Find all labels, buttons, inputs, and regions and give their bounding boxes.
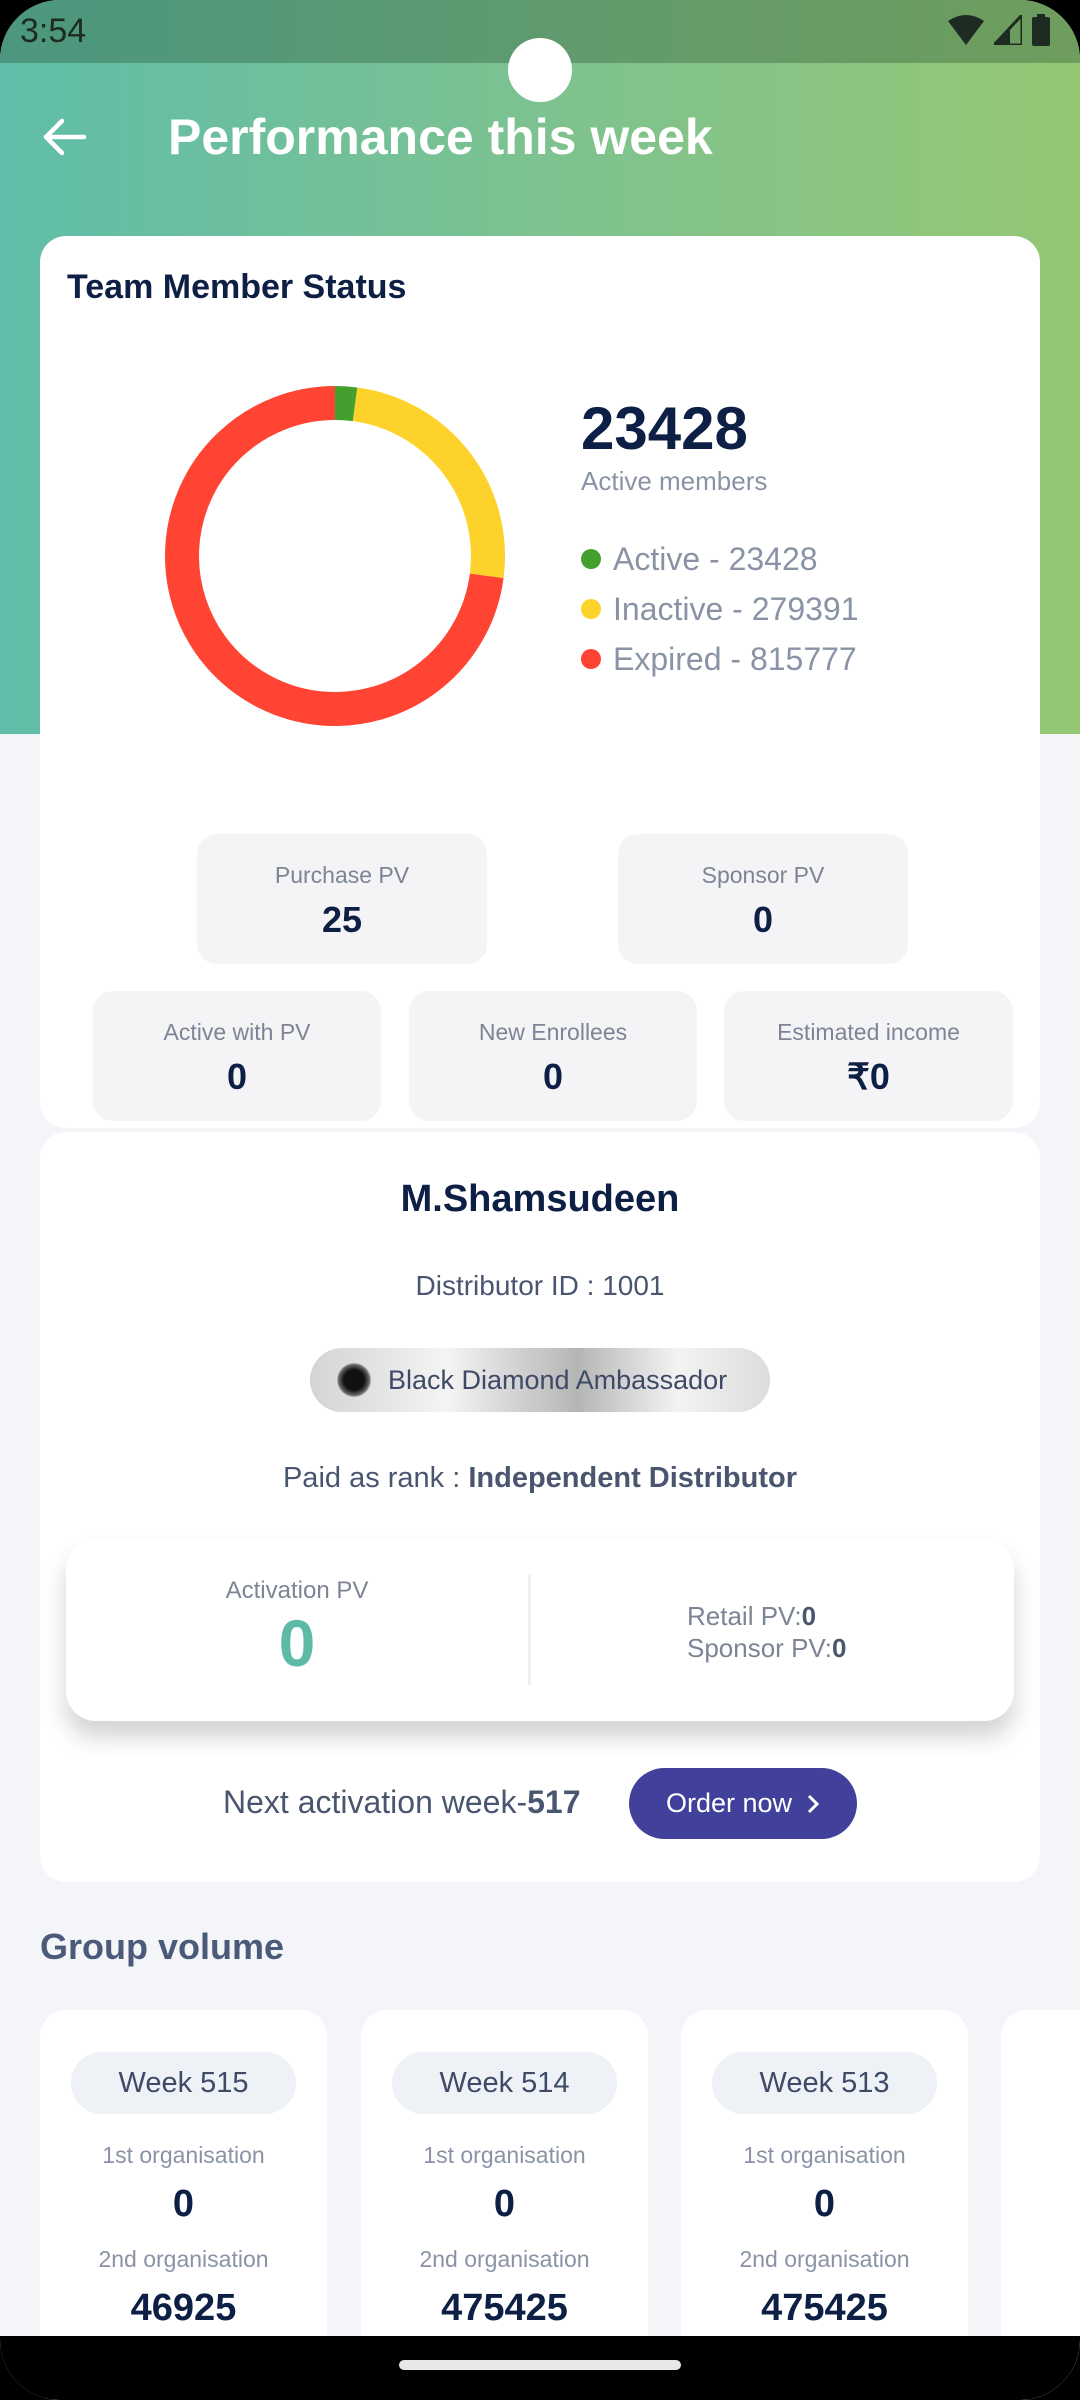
week-pill: Week 514 (392, 2052, 617, 2114)
donut-legend: Active - 23428 Inactive - 279391 Expired… (581, 534, 859, 684)
signal-icon (994, 15, 1022, 45)
retail-pv-value: 0 (801, 1601, 817, 1631)
retail-pv-label: Retail PV: (687, 1601, 802, 1631)
stat-value: ₹0 (847, 1056, 890, 1097)
stat-active-with-pv: Active with PV 0 (93, 991, 381, 1121)
next-activation-week: 517 (527, 1784, 581, 1820)
first-org-label: 1st organisation (102, 2142, 265, 2168)
second-org-label: 2nd organisation (739, 2246, 910, 2272)
camera-cutout (508, 38, 572, 102)
legend-inactive: Inactive - 279391 (581, 584, 859, 634)
week-pill: Week 515 (71, 2052, 296, 2114)
donut-segment-active (334, 386, 358, 422)
status-donut-chart (165, 386, 505, 726)
profile-card: M.Shamsudeen Distributor ID : 1001 Black… (40, 1132, 1040, 1882)
distributor-name: M.Shamsudeen (400, 1178, 680, 1220)
screen: 3:54 Performance this week Team Member S… (0, 0, 1080, 2400)
activation-pv-value: 0 (278, 1606, 316, 1680)
legend-active: Active - 23428 (581, 534, 859, 584)
sponsor-pv-label: Sponsor PV: (687, 1633, 833, 1663)
home-handle[interactable] (399, 2360, 681, 2370)
next-activation-label: Next activation week- (223, 1784, 528, 1820)
stat-label: New Enrollees (478, 1019, 628, 1045)
first-org-value: 0 (493, 2183, 516, 2225)
stat-label: Estimated income (777, 1019, 960, 1045)
distributor-id: Distributor ID : 1001 (415, 1270, 665, 1301)
stat-value: 25 (321, 899, 363, 940)
second-org-value: 475425 (761, 2287, 888, 2329)
donut-segment-inactive (352, 387, 505, 579)
battery-icon (1032, 14, 1050, 46)
legend-label: Inactive - 279391 (613, 590, 859, 627)
first-org-label: 1st organisation (743, 2142, 906, 2168)
group-volume-title: Group volume (40, 1926, 285, 1967)
back-arrow-icon[interactable] (38, 110, 92, 164)
stat-label: Sponsor PV (701, 862, 825, 888)
retail-pv: Retail PV:0 (687, 1601, 816, 1632)
week-pill: Week 513 (712, 2052, 937, 2114)
legend-label: Expired - 815777 (613, 640, 857, 677)
first-org-label: 1st organisation (423, 2142, 586, 2168)
sponsor-pv-value: 0 (832, 1633, 847, 1663)
status-time: 3:54 (20, 12, 87, 50)
stat-new-enrollees: New Enrollees 0 (409, 991, 697, 1121)
activation-pv-box: Activation PV 0 Retail PV:0 Sponsor PV:0 (66, 1539, 1014, 1721)
legend-dot (581, 599, 601, 619)
order-now-button[interactable]: Order now (629, 1768, 857, 1839)
paid-as-rank: Paid as rank : Independent Distributor (40, 1462, 1040, 1495)
divider (528, 1575, 531, 1685)
first-org-value: 0 (813, 2183, 836, 2225)
paid-as-value: Independent Distributor (468, 1462, 798, 1494)
second-org-label: 2nd organisation (98, 2246, 269, 2272)
sponsor-pv: Sponsor PV:0 (687, 1633, 846, 1664)
rank-badge: Black Diamond Ambassador (310, 1348, 770, 1412)
legend-label: Active - 23428 (613, 540, 818, 577)
chevron-right-icon (807, 1794, 820, 1813)
legend-dot (581, 549, 601, 569)
stat-value: 0 (542, 1056, 564, 1097)
stat-purchase-pv: Purchase PV 25 (197, 834, 487, 964)
page-title: Performance this week (168, 109, 713, 165)
active-count: 23428 (581, 395, 748, 462)
second-org-label: 2nd organisation (419, 2246, 590, 2272)
legend-expired: Expired - 815777 (581, 634, 859, 684)
card-title: Team Member Status (67, 268, 407, 306)
team-member-status-card: Team Member Status 23428 Active members … (40, 236, 1040, 1128)
order-now-label: Order now (665, 1788, 793, 1818)
stat-estimated-income: Estimated income ₹0 (724, 991, 1013, 1121)
paid-as-label: Paid as rank : (282, 1462, 469, 1494)
active-members-label: Active members (581, 466, 768, 496)
second-org-value: 46925 (130, 2287, 237, 2329)
stat-value: 0 (226, 1056, 248, 1097)
wifi-icon (948, 15, 984, 45)
activation-pv-label: Activation PV (225, 1577, 369, 1604)
stat-sponsor-pv: Sponsor PV 0 (618, 834, 908, 964)
legend-dot (581, 649, 601, 669)
stat-value: 0 (752, 899, 774, 940)
stat-label: Active with PV (163, 1019, 311, 1045)
rank-emblem-icon (336, 1362, 372, 1398)
second-org-value: 475425 (441, 2287, 568, 2329)
stat-label: Purchase PV (274, 862, 410, 888)
next-activation: Next activation week-517 (223, 1784, 581, 1821)
rank-badge-label: Black Diamond Ambassador (388, 1364, 728, 1395)
first-org-value: 0 (172, 2183, 195, 2225)
